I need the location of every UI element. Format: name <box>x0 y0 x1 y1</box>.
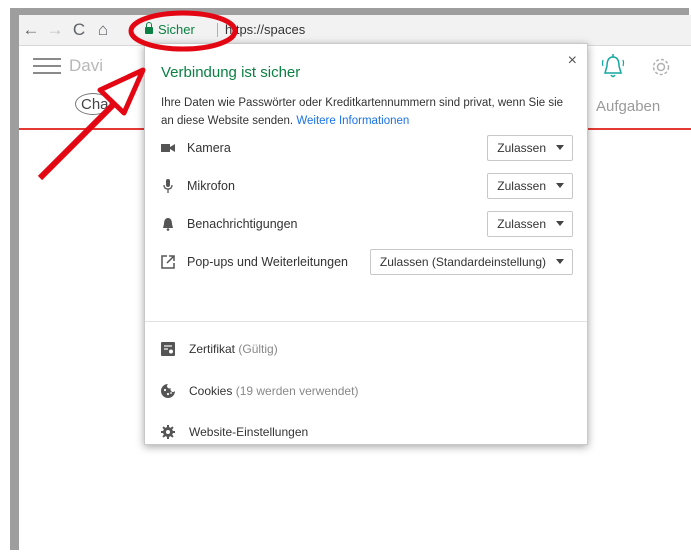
site-info-popup: × Verbindung ist sicher Ihre Daten wie P… <box>144 43 588 445</box>
secure-label: Sicher <box>158 22 195 37</box>
permission-row-camera: Kamera Zulassen <box>161 135 573 161</box>
back-arrow-icon[interactable]: ← <box>21 19 41 41</box>
close-icon[interactable]: × <box>568 52 577 70</box>
omnibox-divider <box>217 23 218 37</box>
settings-gear-icon[interactable] <box>649 55 673 79</box>
select-value: Zulassen <box>497 179 546 193</box>
cookies-row[interactable]: Cookies (19 werden verwendet) <box>161 380 561 402</box>
address-bar[interactable]: Sicher https://spaces <box>139 19 691 41</box>
notification-bell-icon[interactable] <box>601 54 625 80</box>
certificate-status: (Gültig) <box>238 342 278 356</box>
permission-select-microphone[interactable]: Zulassen <box>487 173 573 199</box>
microphone-icon <box>163 179 173 193</box>
popup-icon <box>161 255 175 269</box>
chevron-down-icon <box>556 183 564 188</box>
gear-icon <box>161 425 175 439</box>
popup-title: Verbindung ist sicher <box>161 64 301 81</box>
permission-row-popups: Pop-ups und Weiterleitungen Zulassen (St… <box>161 249 573 275</box>
permission-select-camera[interactable]: Zulassen <box>487 135 573 161</box>
tab-tasks[interactable]: Aufgaben <box>596 98 660 115</box>
site-settings-label: Website-Einstellungen <box>189 425 309 439</box>
permission-label: Benachrichtigungen <box>187 217 298 231</box>
popup-divider <box>145 321 587 322</box>
permission-label: Kamera <box>187 141 231 155</box>
bell-icon <box>163 218 173 231</box>
chevron-down-icon <box>556 145 564 150</box>
permission-select-popups[interactable]: Zulassen (Standardeinstellung) <box>369 249 573 275</box>
cookies-label: Cookies (19 werden verwendet) <box>189 380 358 402</box>
site-user-name: Davi <box>69 56 104 75</box>
chevron-down-icon <box>556 221 564 226</box>
reload-icon[interactable]: C <box>69 19 89 41</box>
permission-row-microphone: Mikrofon Zulassen <box>161 173 573 199</box>
tab-chat[interactable]: Chat <box>81 96 113 113</box>
camera-icon <box>161 144 175 152</box>
permission-row-notifications: Benachrichtigungen Zulassen <box>161 211 573 237</box>
browser-window: ← → C ⌂ Sicher https://spaces Davi Chat … <box>19 15 691 550</box>
cookies-text: Cookies <box>189 384 233 398</box>
certificate-row[interactable]: Zertifikat (Gültig) <box>161 338 561 360</box>
permission-label: Pop-ups und Weiterleitungen <box>187 255 348 269</box>
cookies-status: (19 werden verwendet) <box>235 384 359 398</box>
select-value: Zulassen <box>497 141 546 155</box>
browser-toolbar: ← → C ⌂ Sicher https://spaces <box>19 15 691 46</box>
permission-label: Mikrofon <box>187 179 235 193</box>
popup-description: Ihre Daten wie Passwörter oder Kreditkar… <box>161 94 571 130</box>
home-icon[interactable]: ⌂ <box>93 19 113 41</box>
forward-arrow-icon[interactable]: → <box>45 19 65 41</box>
url-text[interactable]: https://spaces <box>225 19 305 41</box>
chevron-down-icon <box>556 259 564 264</box>
site-settings-row[interactable]: Website-Einstellungen <box>161 421 561 443</box>
certificate-icon <box>161 342 175 356</box>
more-info-link[interactable]: Weitere Informationen <box>296 115 409 127</box>
select-value: Zulassen <box>497 217 546 231</box>
certificate-label: Zertifikat (Gültig) <box>189 338 278 360</box>
cookie-icon <box>161 384 175 398</box>
certificate-text: Zertifikat <box>189 342 236 356</box>
hamburger-menu-icon[interactable] <box>33 56 61 76</box>
permission-select-notifications[interactable]: Zulassen <box>487 211 573 237</box>
lock-icon <box>145 22 153 34</box>
select-value: Zulassen (Standardeinstellung) <box>379 255 546 269</box>
secure-indicator[interactable]: Sicher <box>145 19 195 41</box>
